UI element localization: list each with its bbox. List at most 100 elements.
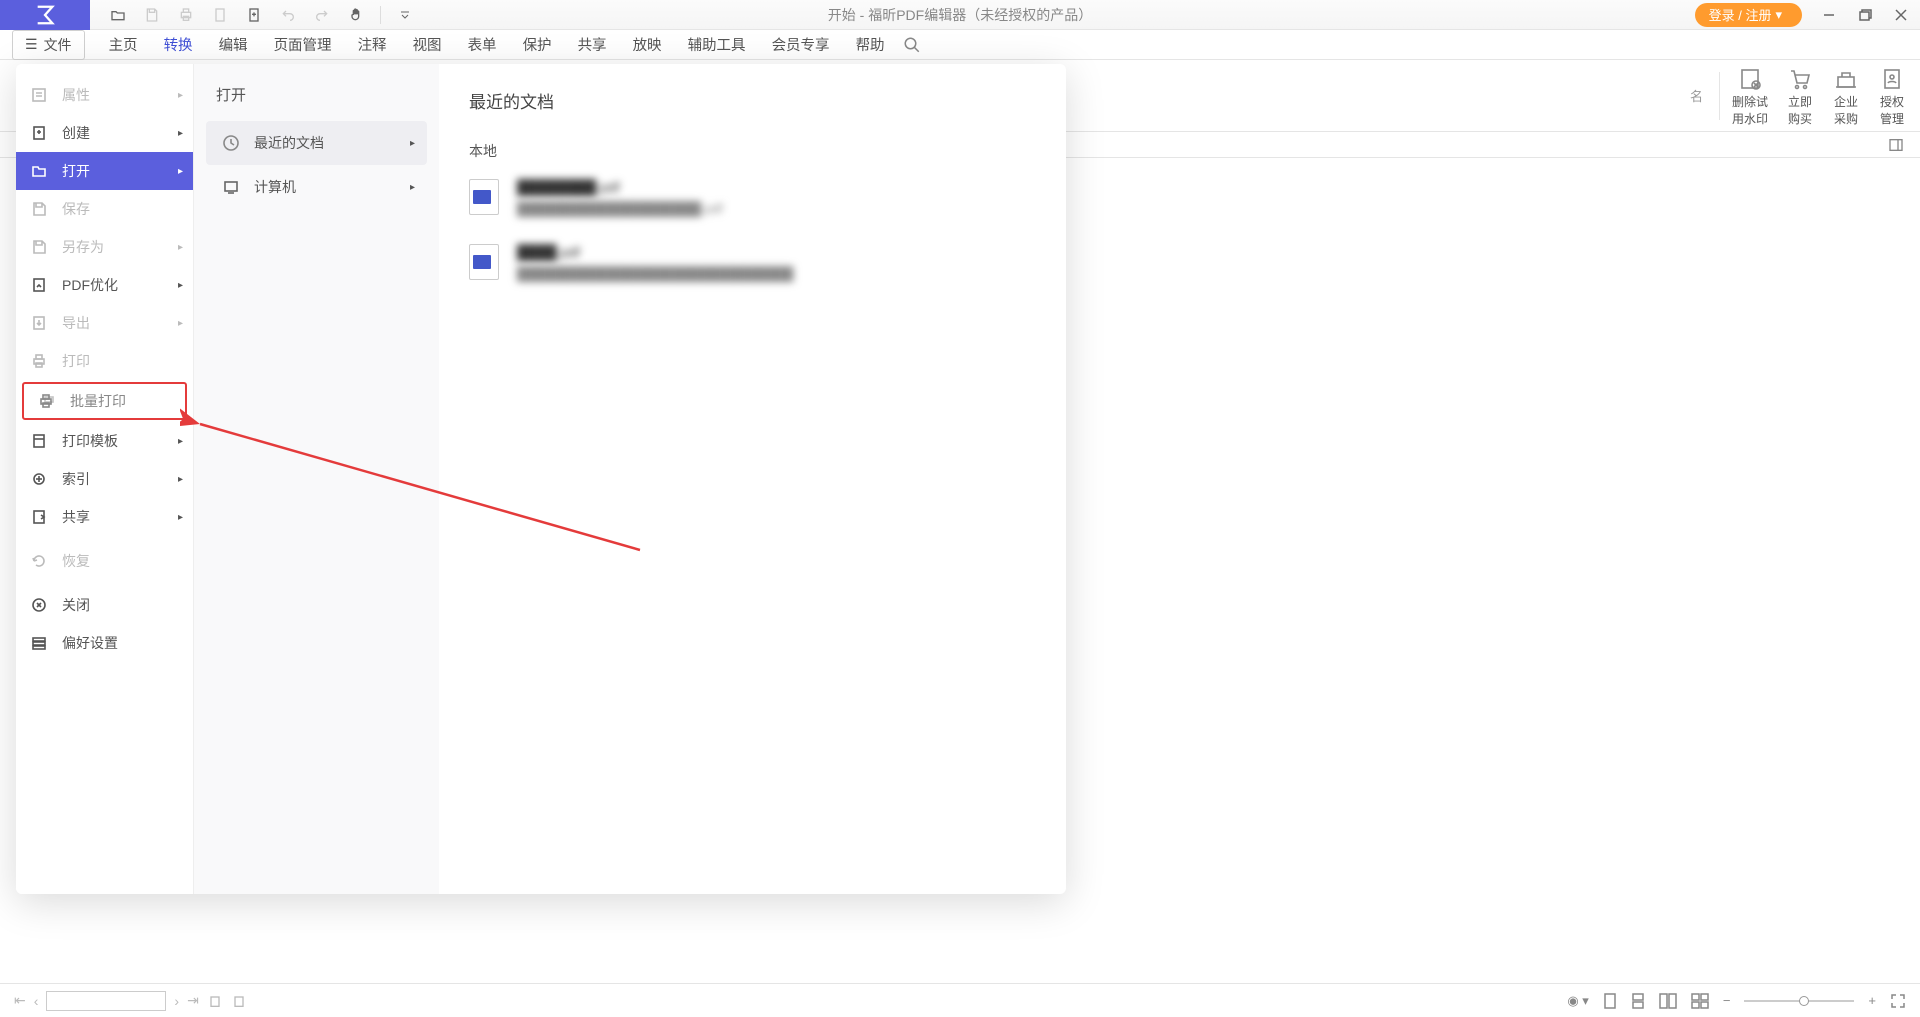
file-label: 文件 — [44, 35, 72, 55]
login-label: 登录 / 注册 — [1709, 5, 1772, 24]
tab-转换[interactable]: 转换 — [164, 34, 193, 55]
zoom-out-button[interactable]: − — [1723, 993, 1731, 1008]
chevron-right-icon: ▸ — [178, 242, 183, 253]
zoom-thumb[interactable] — [1799, 996, 1809, 1006]
menu-item-icon — [38, 392, 56, 410]
last-page-button[interactable]: ⇥ — [187, 992, 199, 1009]
new-icon[interactable] — [244, 5, 264, 25]
tab-页面管理[interactable]: 页面管理 — [274, 34, 332, 55]
title-bar: 开始 - 福昕PDF编辑器（未经授权的产品） 登录 / 注册▾ — [0, 0, 1920, 30]
file-menu-popup: 属性▸创建▸打开▸保存另存为▸PDF优化▸导出▸打印批量打印打印模板▸索引▸共享… — [16, 64, 1066, 894]
file-menu-column-3: 最近的文档 本地 ████████.pdf███████████████████… — [439, 64, 1066, 894]
quick-access-toolbar — [108, 5, 415, 25]
tab-编辑[interactable]: 编辑 — [219, 34, 248, 55]
window-title: 开始 - 福昕PDF编辑器（未经授权的产品） — [828, 5, 1092, 25]
prev-page-button[interactable]: ‹ — [34, 993, 39, 1009]
file-menu-item-共享[interactable]: 共享▸ — [16, 498, 193, 536]
tab-保护[interactable]: 保护 — [523, 34, 552, 55]
chevron-right-icon: ▸ — [178, 318, 183, 329]
zoom-in-button[interactable]: + — [1868, 993, 1876, 1008]
doc-path: ████████████████████.pdf — [517, 201, 1036, 216]
open-icon[interactable] — [108, 5, 128, 25]
open-title: 打开 — [202, 84, 431, 121]
continuous-icon[interactable] — [1631, 993, 1645, 1009]
menu-item-label: 保存 — [62, 199, 90, 219]
single-page-icon[interactable] — [1603, 993, 1617, 1009]
zoom-slider[interactable] — [1744, 1000, 1854, 1002]
divider — [380, 6, 381, 24]
status-bar: ⇤ ‹ › ⇥ ◉ ▾ − + — [0, 983, 1920, 1017]
file-menu-item-关闭[interactable]: 关闭 — [16, 586, 193, 624]
file-menu-item-打印模板[interactable]: 打印模板▸ — [16, 422, 193, 460]
minimize-button[interactable] — [1820, 6, 1838, 24]
file-menu-item-PDF优化[interactable]: PDF优化▸ — [16, 266, 193, 304]
redo-icon[interactable] — [312, 5, 332, 25]
rotate-right-icon[interactable] — [231, 993, 247, 1009]
menu-icon: ☰ — [25, 36, 38, 53]
save-icon[interactable] — [142, 5, 162, 25]
menu-item-icon — [30, 552, 48, 570]
file-menu-item-打开[interactable]: 打开▸ — [16, 152, 193, 190]
tab-视图[interactable]: 视图 — [413, 34, 442, 55]
chevron-down-icon[interactable] — [395, 5, 415, 25]
chevron-right-icon: ▸ — [178, 128, 183, 139]
undo-icon[interactable] — [278, 5, 298, 25]
page-icon[interactable] — [210, 5, 230, 25]
close-button[interactable] — [1892, 6, 1910, 24]
tab-帮助[interactable]: 帮助 — [856, 34, 885, 55]
menu-item-label: 恢复 — [62, 551, 90, 571]
file-menu-column-1: 属性▸创建▸打开▸保存另存为▸PDF优化▸导出▸打印批量打印打印模板▸索引▸共享… — [16, 64, 194, 894]
file-menu-item-偏好设置[interactable]: 偏好设置 — [16, 624, 193, 662]
recent-doc-0[interactable]: ████████.pdf████████████████████.pdf — [469, 179, 1036, 216]
panel-toggle-icon[interactable] — [1888, 137, 1904, 153]
hand-icon[interactable] — [346, 5, 366, 25]
page-number-input[interactable] — [46, 991, 166, 1011]
two-page-icon[interactable] — [1659, 993, 1677, 1009]
fullscreen-icon[interactable] — [1890, 993, 1906, 1009]
doc-path: ██████████████████████████████ — [517, 266, 1036, 281]
open-location-计算机[interactable]: 计算机▸ — [206, 165, 427, 209]
tab-放映[interactable]: 放映 — [633, 34, 662, 55]
tab-会员专享[interactable]: 会员专享 — [772, 34, 830, 55]
tab-共享[interactable]: 共享 — [578, 34, 607, 55]
print-icon[interactable] — [176, 5, 196, 25]
pdf-file-icon — [469, 244, 499, 280]
tab-主页[interactable]: 主页 — [109, 34, 138, 55]
file-menu-item-保存: 保存 — [16, 190, 193, 228]
login-button[interactable]: 登录 / 注册▾ — [1695, 3, 1802, 27]
ribbon-tool-0[interactable]: 删除试用水印 — [1732, 65, 1768, 126]
first-page-button[interactable]: ⇤ — [14, 992, 26, 1009]
chevron-right-icon: ▸ — [178, 90, 183, 101]
rotate-left-icon[interactable] — [207, 993, 223, 1009]
menu-item-label: 另存为 — [62, 237, 104, 257]
recent-doc-1[interactable]: ████.pdf ██████████████████████████████ — [469, 244, 1036, 281]
ribbon-tool-2[interactable]: 企业采购 — [1832, 65, 1860, 126]
location-icon — [222, 134, 240, 152]
menu-item-label: 共享 — [62, 507, 90, 527]
tab-辅助工具[interactable]: 辅助工具 — [688, 34, 746, 55]
file-menu-column-2: 打开 最近的文档▸计算机▸ — [194, 64, 439, 894]
menu-item-icon — [30, 162, 48, 180]
tab-注释[interactable]: 注释 — [358, 34, 387, 55]
open-location-最近的文档[interactable]: 最近的文档▸ — [206, 121, 427, 165]
chevron-right-icon: ▸ — [178, 280, 183, 291]
file-menu-item-索引[interactable]: 索引▸ — [16, 460, 193, 498]
file-tab[interactable]: ☰ 文件 — [12, 30, 85, 60]
next-page-button[interactable]: › — [174, 993, 179, 1009]
maximize-button[interactable] — [1856, 6, 1874, 24]
doc-name: ████.pdf — [517, 244, 1036, 260]
menu-item-label: 创建 — [62, 123, 90, 143]
tab-表单[interactable]: 表单 — [468, 34, 497, 55]
ribbon-tool-3[interactable]: 授权管理 — [1878, 65, 1906, 126]
file-menu-item-创建[interactable]: 创建 ▸ — [16, 114, 193, 152]
menu-item-icon — [30, 86, 48, 104]
menu-item-icon — [30, 276, 48, 294]
menu-item-icon — [30, 238, 48, 256]
search-icon[interactable] — [903, 36, 921, 54]
eye-icon[interactable]: ◉ ▾ — [1567, 993, 1588, 1009]
status-right: ◉ ▾ − + — [1567, 993, 1906, 1009]
file-menu-item-批量打印[interactable]: 批量打印 — [22, 382, 187, 420]
ribbon-tool-1[interactable]: 立即购买 — [1786, 65, 1814, 126]
two-continuous-icon[interactable] — [1691, 993, 1709, 1009]
menu-item-icon — [30, 508, 48, 526]
